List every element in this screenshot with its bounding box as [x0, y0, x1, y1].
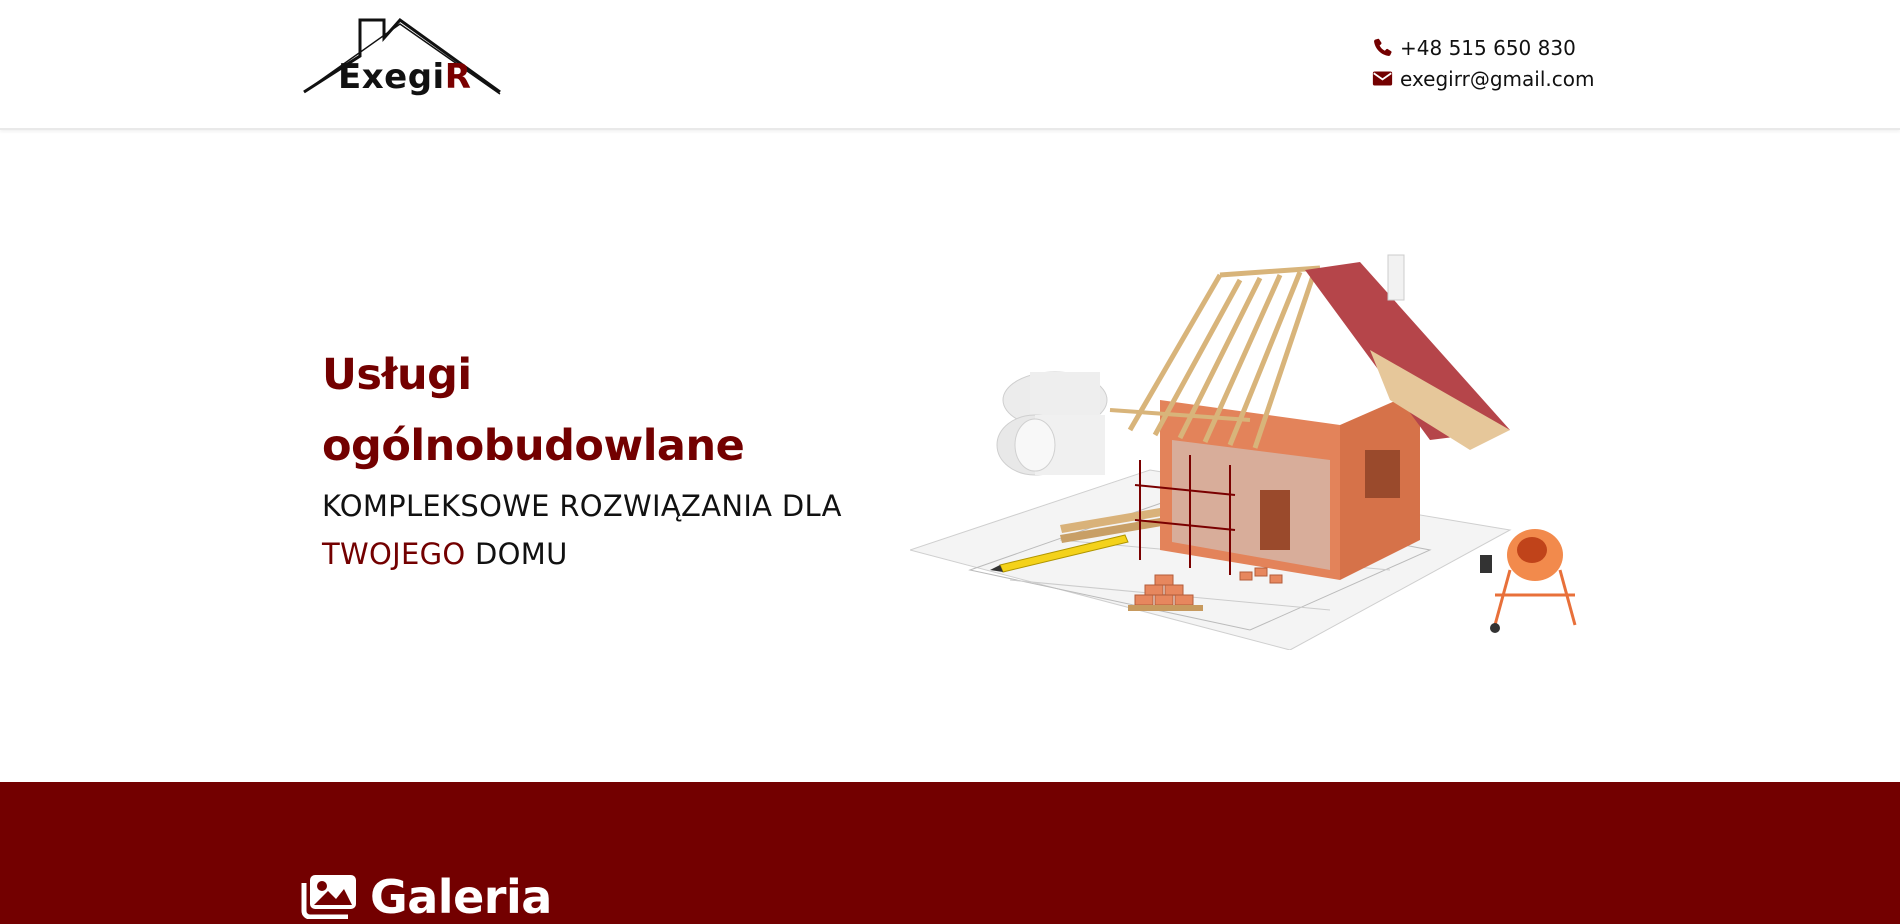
images-icon — [301, 875, 356, 919]
hero-text: Usługi ogólnobudowlane KOMPLEKSOWE ROZWI… — [322, 340, 882, 578]
hero-subtitle-accent: TWOJEGO — [322, 537, 466, 571]
site-header: ExegiR +48 515 650 830 exegirr@gmail.com — [0, 0, 1900, 130]
hero-subtitle: KOMPLEKSOWE ROZWIĄZANIA DLA TWOJEGO DOMU — [322, 482, 882, 578]
contact-info: +48 515 650 830 exegirr@gmail.com — [1372, 32, 1594, 94]
email-contact[interactable]: exegirr@gmail.com — [1372, 63, 1594, 94]
logo-wordmark: ExegiR — [338, 57, 472, 97]
phone-contact[interactable]: +48 515 650 830 — [1372, 32, 1594, 63]
gallery-section: Galeria — [0, 782, 1900, 924]
phone-number: +48 515 650 830 — [1400, 35, 1576, 60]
hero-title-line2: ogólnobudowlane — [322, 421, 745, 471]
hero-title-line1: Usługi — [322, 350, 472, 400]
envelope-icon — [1372, 71, 1393, 86]
hero-subtitle-line1: KOMPLEKSOWE ROZWIĄZANIA DLA — [322, 489, 842, 523]
hero-title: Usługi ogólnobudowlane — [322, 340, 882, 482]
hero-subtitle-line2: TWOJEGO DOMU — [322, 530, 882, 578]
house-construction-illustration — [910, 250, 1590, 650]
gallery-title: Galeria — [370, 870, 552, 924]
gallery-heading: Galeria — [300, 874, 552, 920]
phone-icon — [1374, 38, 1392, 56]
email-address: exegirr@gmail.com — [1400, 66, 1595, 91]
hero-subtitle-rest: DOMU — [465, 537, 568, 571]
exegir-logo[interactable]: ExegiR — [300, 14, 506, 106]
